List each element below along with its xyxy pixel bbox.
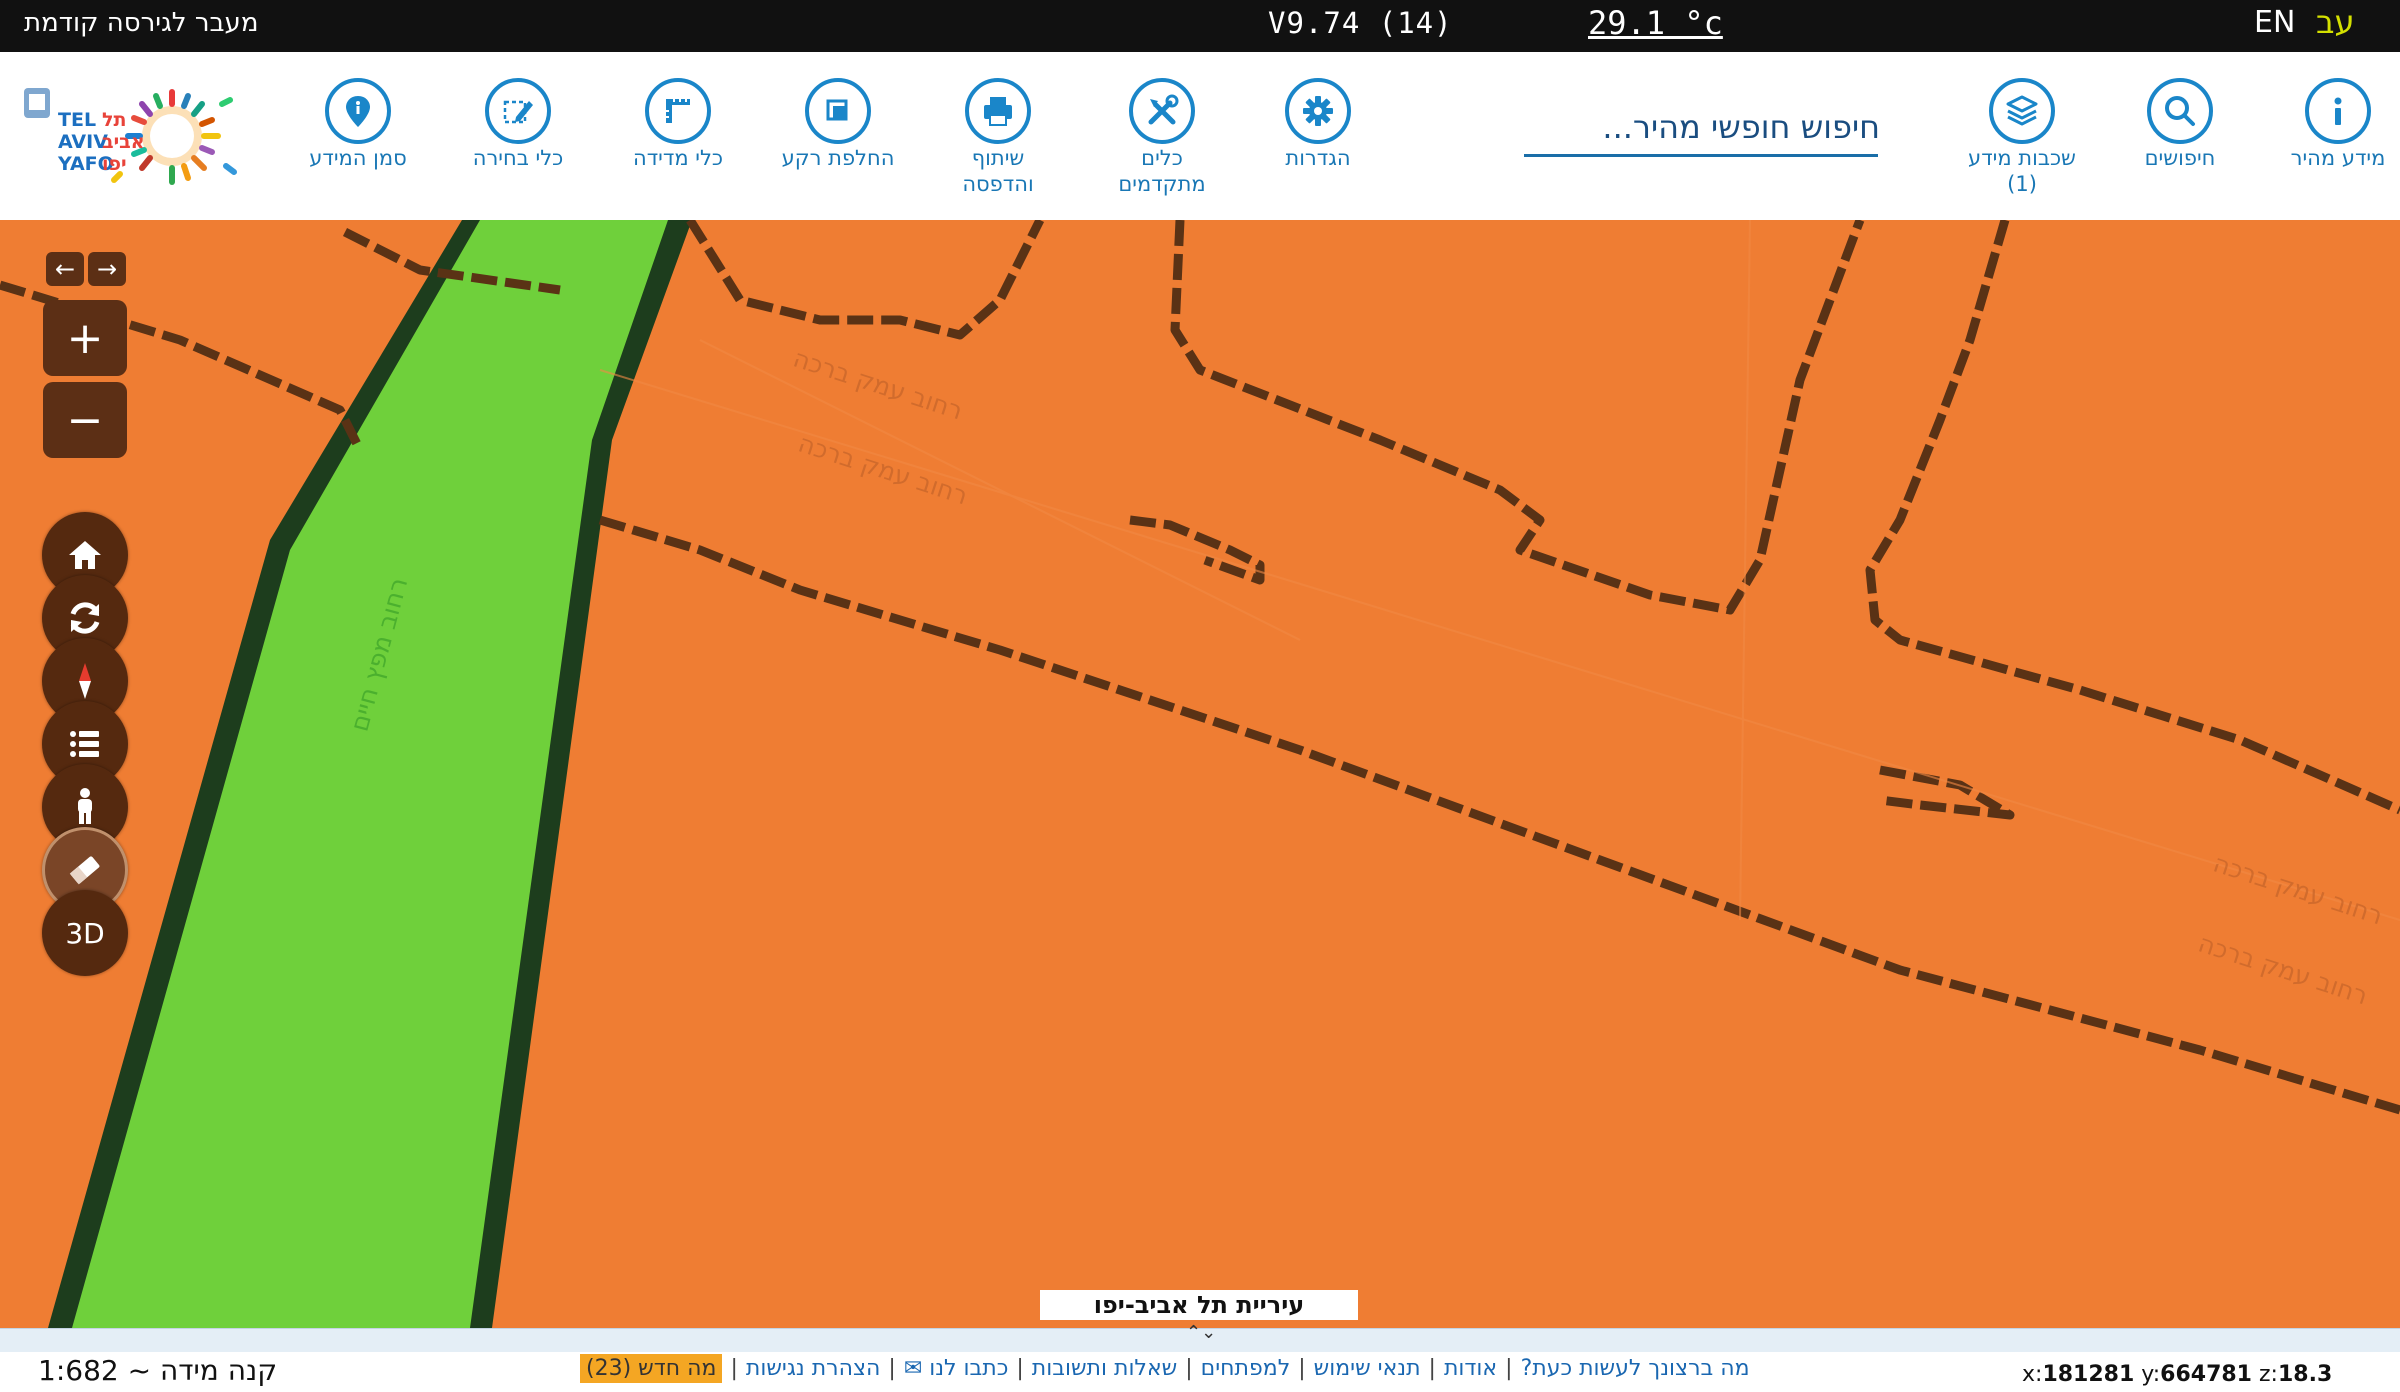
- link-separator: |: [1298, 1356, 1306, 1381]
- person-icon: [78, 788, 92, 824]
- link-separator: |: [1428, 1356, 1436, 1381]
- coord-y-value: 664781: [2160, 1362, 2252, 1387]
- info-marker-button[interactable]: סמן המידע: [278, 78, 438, 170]
- eraser-icon: [69, 856, 100, 885]
- link-contact[interactable]: כתבו לנו ✉: [904, 1356, 1009, 1381]
- link-separator: |: [1505, 1356, 1513, 1381]
- footer-links: מה ברצונך לעשות כעת? | אודות | תנאי שימוש | למ…: [580, 1354, 1750, 1383]
- coord-x-value: 181281: [2042, 1362, 2135, 1387]
- layers-icon: [1989, 78, 2055, 144]
- previous-version-link[interactable]: מעבר לגירסה קודמת: [24, 8, 258, 38]
- link-accessibility[interactable]: הצהרת נגישות: [746, 1356, 881, 1381]
- logo-text-he-3: יפו: [102, 153, 127, 175]
- map-attribution-label: עיריית תל אביב-יפו: [1040, 1290, 1358, 1320]
- share-print-label-2: והדפסה: [962, 172, 1034, 196]
- settings-button[interactable]: הגדרות: [1238, 78, 1398, 170]
- link-faq[interactable]: שאלות ותשובות: [1032, 1356, 1177, 1381]
- 3d-label: 3D: [65, 916, 105, 950]
- share-print-button[interactable]: שיתוף והדפסה: [918, 78, 1078, 196]
- tel-aviv-yafo-logo[interactable]: TEL AVIV YAFO תל אביב יפו: [22, 74, 250, 198]
- map-canvas[interactable]: רחוב עמק ברכה רחוב עמק ברכה רחוב מפץ חיי…: [0, 220, 2400, 1328]
- link-separator: |: [1185, 1356, 1193, 1381]
- measure-tools-button[interactable]: כלי מדידה: [598, 78, 758, 170]
- info-layers-button[interactable]: שכבות מידע (1): [1942, 78, 2102, 196]
- zoom-out-button[interactable]: −: [43, 382, 127, 458]
- home-icon: [69, 541, 101, 569]
- tools-icon: [1129, 78, 1195, 144]
- language-english-button[interactable]: EN: [2254, 5, 2295, 40]
- settings-label: הגדרות: [1285, 146, 1351, 170]
- quick-search-input[interactable]: [1524, 102, 1882, 152]
- share-print-label-1: שיתוף: [971, 146, 1025, 170]
- link-about[interactable]: אודות: [1444, 1356, 1497, 1381]
- map-forward-button[interactable]: →: [88, 252, 126, 286]
- info-marker-label: סמן המידע: [309, 146, 407, 170]
- advanced-tools-button[interactable]: כלים מתקדמים: [1082, 78, 1242, 196]
- ruler-icon: [645, 78, 711, 144]
- printer-icon: [965, 78, 1031, 144]
- logo-text-he-1: תל: [102, 109, 126, 131]
- coord-y-label: y:: [2141, 1362, 2161, 1387]
- measure-tools-label: כלי מדידה: [632, 146, 724, 170]
- quick-search-box: [1524, 102, 1882, 157]
- city-emblem-icon: [24, 88, 50, 118]
- coord-x-label: x:: [2022, 1362, 2043, 1387]
- map-tiles: [0, 220, 2400, 1328]
- map-scale: קנה מידה ~ 1:682: [38, 1354, 278, 1387]
- advanced-tools-label-1: כלים: [1141, 146, 1183, 170]
- basemap-icon: [805, 78, 871, 144]
- link-separator: |: [888, 1356, 896, 1381]
- coordinates-readout: x:181281 y:664781 z:18.3: [2022, 1362, 2332, 1387]
- link-separator: |: [730, 1356, 738, 1381]
- map-pin-info-icon: [325, 78, 391, 144]
- select-pencil-icon: [485, 78, 551, 144]
- logo-text-en-1: TEL: [58, 109, 96, 131]
- top-bar: מעבר לגירסה קודמת V9.74 (14) 29.1 °c EN …: [0, 0, 2400, 52]
- list-icon: [70, 731, 99, 757]
- version-label: V9.74 (14): [1268, 6, 1453, 40]
- link-what-now[interactable]: מה ברצונך לעשות כעת?: [1521, 1356, 1750, 1381]
- coord-z-value: 18.3: [2277, 1362, 2333, 1387]
- refresh-icon: [70, 602, 100, 634]
- link-whats-new[interactable]: מה חדש (23): [580, 1354, 723, 1383]
- selection-tools-button[interactable]: כלי בחירה: [438, 78, 598, 170]
- temperature-link[interactable]: 29.1 °c: [1588, 4, 1723, 42]
- road-outlines: [599, 220, 2400, 921]
- compass-icon: [79, 663, 91, 699]
- link-terms[interactable]: תנאי שימוש: [1314, 1356, 1421, 1381]
- basemap-switch-label: החלפת רקע: [781, 146, 895, 170]
- footer-resize-handle[interactable]: ⌃⌄: [0, 1324, 2400, 1354]
- gear-icon: [1285, 78, 1351, 144]
- quick-info-button[interactable]: מידע מהיר: [2258, 78, 2400, 170]
- logo-text-en-2: AVIV: [58, 131, 108, 153]
- info-layers-count: (1): [2007, 172, 2037, 196]
- searches-button[interactable]: חיפושים: [2100, 78, 2260, 170]
- link-separator: |: [1016, 1356, 1024, 1381]
- info-icon: [2305, 78, 2371, 144]
- quick-info-label: מידע מהיר: [2290, 146, 2386, 170]
- basemap-switch-button[interactable]: החלפת רקע: [758, 78, 918, 170]
- main-toolbar: מידע מהיר חיפושים שכבות מידע (1) הגדרות …: [0, 52, 2400, 221]
- search-icon: [2147, 78, 2213, 144]
- logo-text-he-2: אביב: [102, 131, 145, 153]
- expand-collapse-icon[interactable]: ⌃⌄: [1186, 1324, 1216, 1342]
- info-layers-label: שכבות מידע: [1968, 146, 2076, 170]
- language-hebrew-button[interactable]: עב: [2316, 3, 2355, 41]
- advanced-tools-label-2: מתקדמים: [1118, 172, 1206, 196]
- selection-tools-label: כלי בחירה: [472, 146, 564, 170]
- 3d-view-button[interactable]: 3D: [42, 890, 128, 976]
- searches-label: חיפושים: [2144, 146, 2216, 170]
- zoom-in-button[interactable]: +: [43, 300, 127, 376]
- link-developers[interactable]: למפתחים: [1201, 1356, 1291, 1381]
- map-back-button[interactable]: ←: [46, 252, 84, 286]
- coord-z-label: z:: [2259, 1362, 2278, 1387]
- footer-bar: קנה מידה ~ 1:682 מה ברצונך לעשות כעת? | או…: [0, 1352, 2400, 1392]
